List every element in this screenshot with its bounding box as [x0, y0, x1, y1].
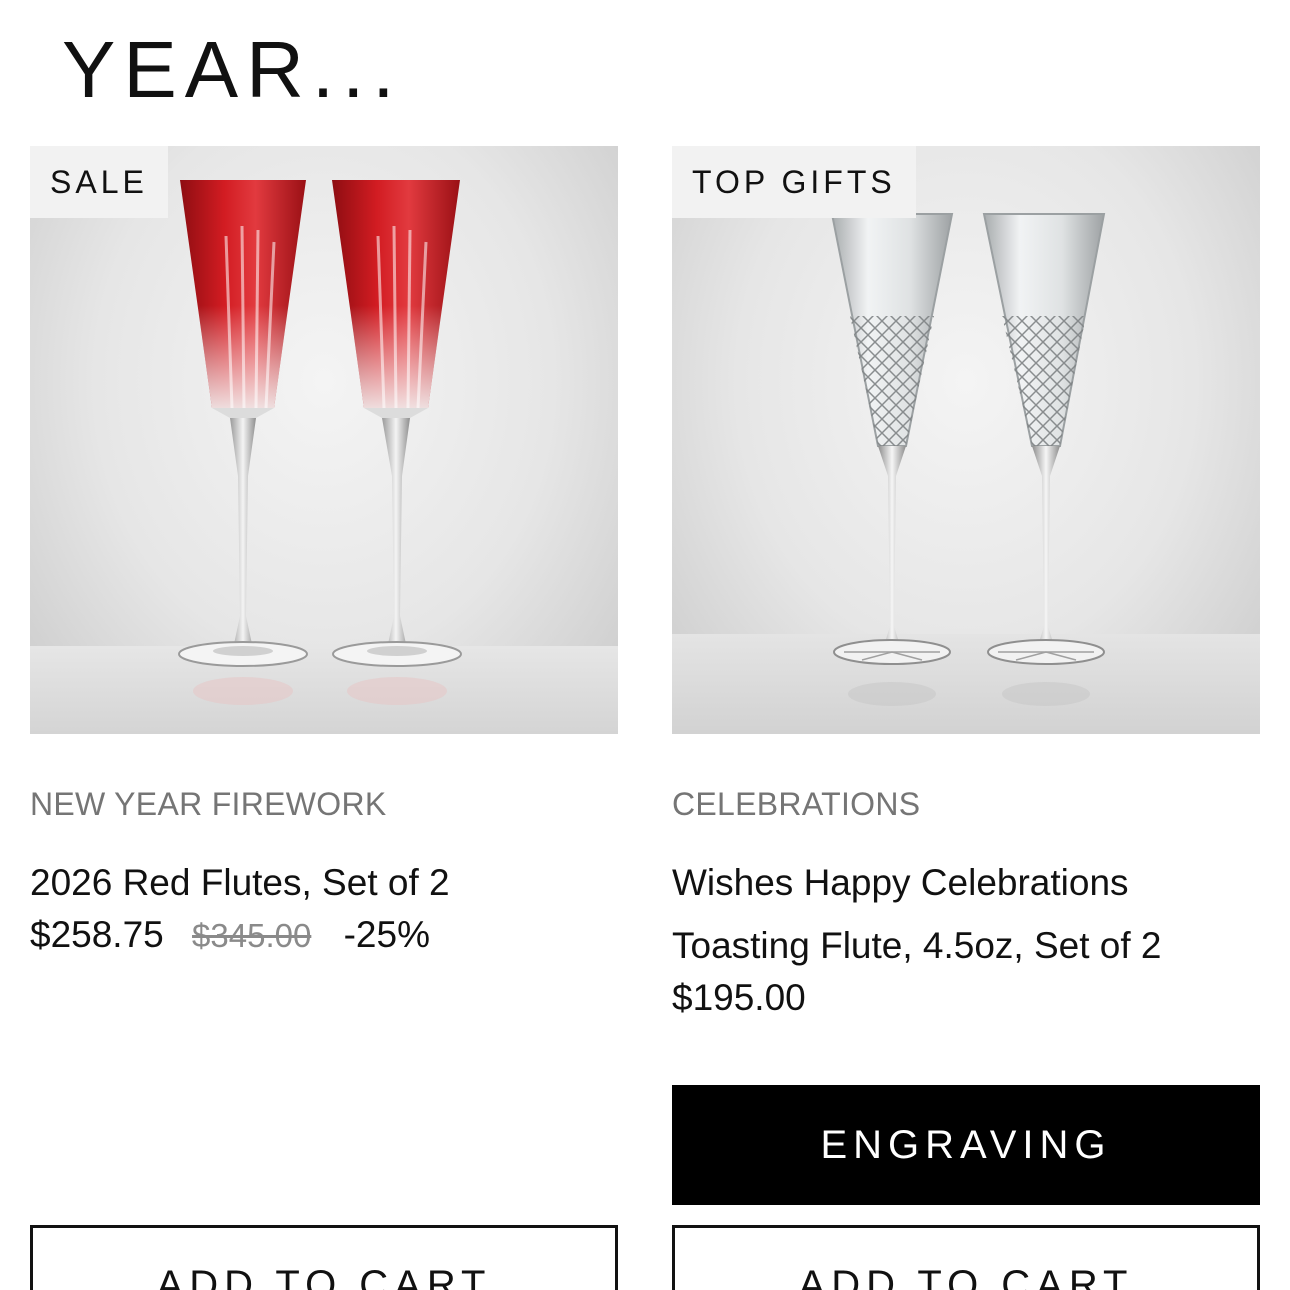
price: $195.00	[672, 977, 806, 1018]
product-name[interactable]: Wishes Happy Celebrations Toasting Flute…	[672, 851, 1260, 977]
price-row: $258.75 $345.00 -25%	[30, 914, 430, 956]
product-collection[interactable]: NEW YEAR FIREWORK	[30, 786, 387, 823]
product-collection[interactable]: CELEBRATIONS	[672, 786, 920, 823]
product-card[interactable]: TOP GIFTS CELEBRATIONS Wishes Happy Cele…	[672, 146, 1260, 1290]
original-price: $345.00	[192, 917, 312, 954]
add-to-cart-button[interactable]: ADD TO CART	[30, 1225, 618, 1290]
product-image[interactable]: TOP GIFTS	[672, 146, 1260, 734]
add-to-cart-button[interactable]: ADD TO CART	[672, 1225, 1260, 1290]
section-title: YEAR...	[62, 25, 403, 114]
engraving-button[interactable]: ENGRAVING	[672, 1085, 1260, 1205]
product-listing-page: YEAR... SALE NEW YEAR FIREWORK 2026 Red …	[0, 0, 1290, 1290]
price-row: $195.00	[672, 977, 806, 1019]
product-image[interactable]: SALE	[30, 146, 618, 734]
sale-badge: SALE	[30, 146, 168, 218]
product-card[interactable]: SALE NEW YEAR FIREWORK 2026 Red Flutes, …	[30, 146, 618, 1290]
top-gifts-badge: TOP GIFTS	[672, 146, 916, 218]
discount-percent: -25%	[343, 914, 430, 955]
product-name[interactable]: 2026 Red Flutes, Set of 2	[30, 851, 618, 914]
red-flutes-image	[30, 180, 618, 734]
crystal-flutes-image	[672, 213, 1260, 734]
sale-price: $258.75	[30, 914, 164, 955]
